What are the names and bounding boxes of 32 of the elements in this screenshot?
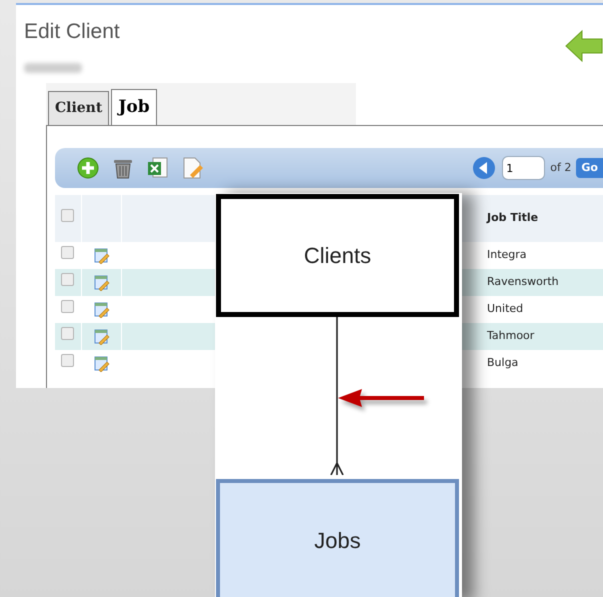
checkbox[interactable] (61, 209, 74, 222)
previous-page-icon[interactable] (472, 156, 496, 180)
back-arrow-icon[interactable] (565, 29, 603, 63)
page-title: Edit Client (24, 19, 120, 45)
trash-icon[interactable] (112, 157, 134, 179)
entity-box: Jobs (216, 479, 459, 597)
entity-box: Clients (216, 194, 459, 317)
edit-icon[interactable] (94, 302, 110, 318)
edit-icon[interactable] (94, 274, 110, 290)
page-input[interactable]: 1 (502, 156, 546, 180)
go-button[interactable]: Go (576, 158, 603, 178)
table-cell: United (487, 302, 524, 316)
edit-document-icon[interactable] (182, 157, 204, 179)
column-header: Job Title (487, 211, 538, 224)
table-cell: Bulga (487, 356, 518, 370)
checkbox[interactable] (61, 246, 74, 260)
checkbox[interactable] (61, 300, 74, 314)
checkbox[interactable] (61, 273, 74, 286)
table-cell: Ravensworth (487, 275, 559, 288)
add-icon[interactable] (77, 157, 99, 179)
edit-icon[interactable] (94, 328, 110, 344)
spreadsheet-icon[interactable] (147, 157, 169, 179)
checkbox[interactable] (61, 354, 74, 368)
table-cell: Tahmoor (487, 329, 534, 342)
edit-icon[interactable] (94, 356, 110, 372)
tab[interactable]: Client (48, 91, 110, 125)
blurred-text (24, 63, 82, 73)
checkbox[interactable] (61, 327, 74, 340)
edit-icon[interactable] (94, 248, 110, 264)
table-cell: Integra (487, 248, 527, 262)
tab[interactable]: Job (111, 89, 157, 125)
page-count: of 2 (550, 160, 572, 176)
